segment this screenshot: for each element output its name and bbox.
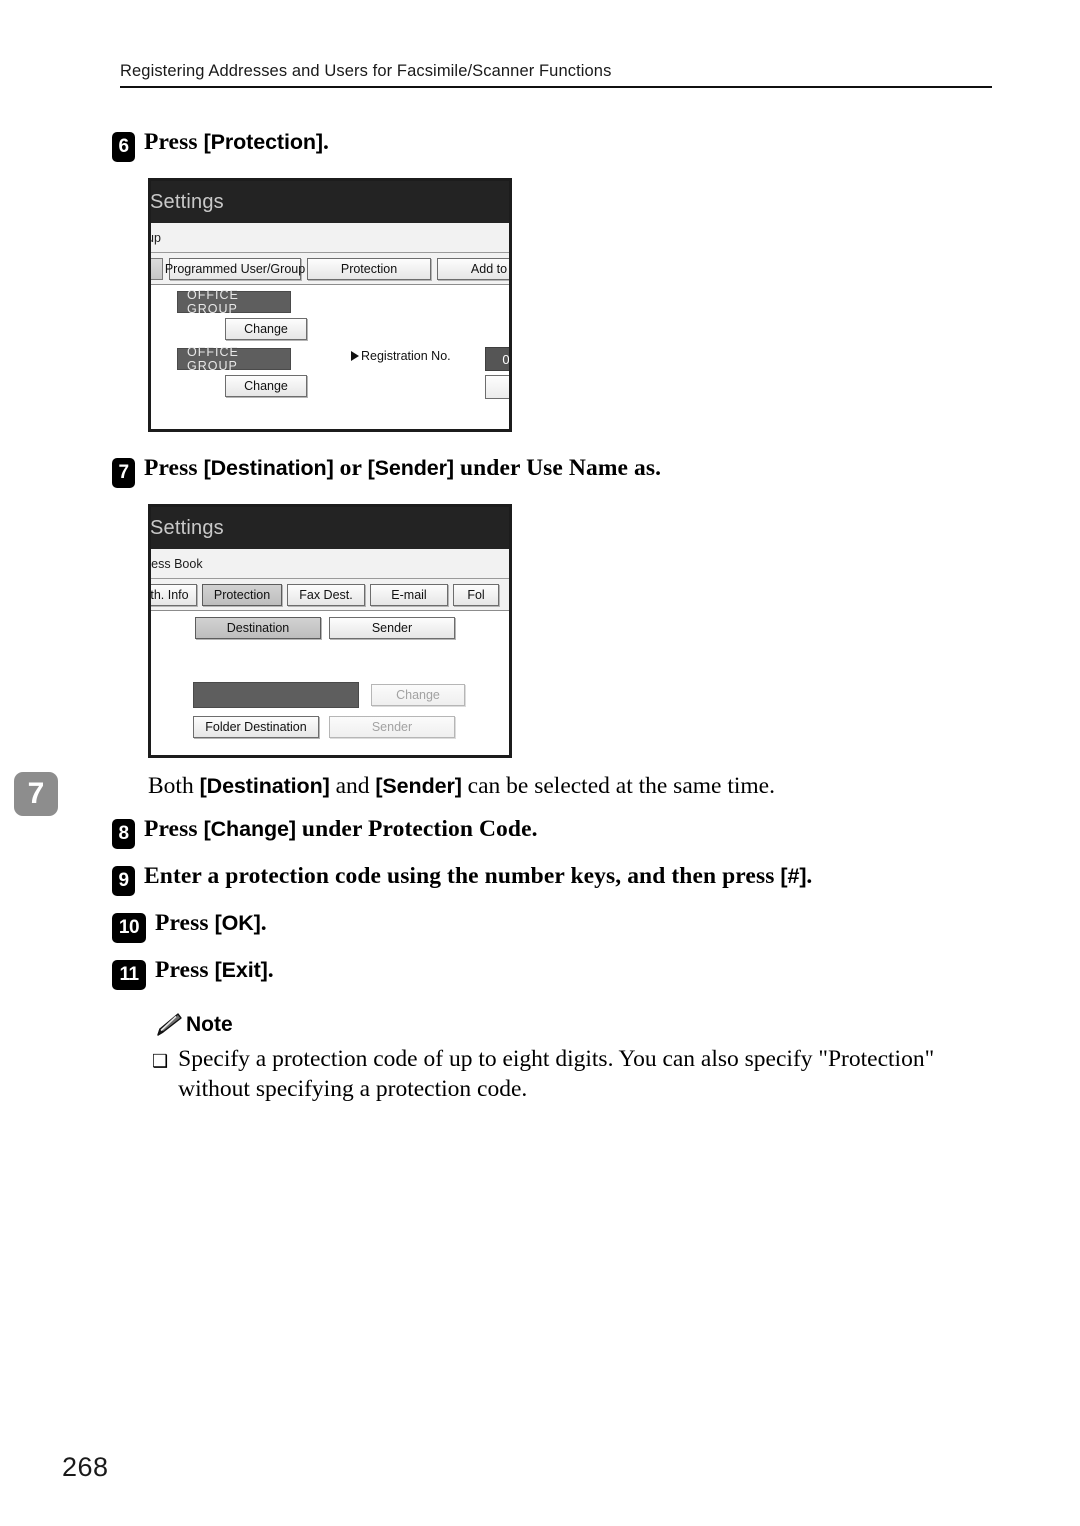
step-number-badge: 10 xyxy=(112,913,146,944)
step-text: Press [OK]. xyxy=(155,909,267,938)
tab-row-left-stub[interactable] xyxy=(151,257,163,280)
panel-subbar-left-label: ress Book xyxy=(148,556,203,571)
note-heading: Note xyxy=(152,1012,992,1038)
panel-sub-bar: up Can xyxy=(148,223,509,253)
step-text-prefix: Press xyxy=(144,129,204,155)
group-name-field-2: OFFICE GROUP xyxy=(177,345,291,373)
tab-programmed-user-group[interactable]: Programmed User/Group xyxy=(165,257,305,280)
panel-title: Settings xyxy=(150,516,224,539)
page-number: 268 xyxy=(62,1452,109,1482)
header-title: Registering Addresses and Users for Facs… xyxy=(120,62,612,80)
step-key-1: [#] xyxy=(780,864,807,889)
figure-protection-group-screen: Settings up Can Programmed User/Group Pr… xyxy=(148,178,512,432)
folder-destination-button[interactable]: Folder Destination xyxy=(193,716,319,738)
panel-title: Settings xyxy=(150,190,224,213)
tab-email[interactable]: E-mail xyxy=(370,583,448,606)
tab-fax-dest[interactable]: Fax Dest. xyxy=(287,583,365,606)
step-text-suffix: . xyxy=(260,910,267,937)
registration-no-value: 0 xyxy=(485,347,509,371)
step-text: Press [Destination] or [Sender] under Us… xyxy=(144,454,661,483)
chapter-tab-marker: 7 xyxy=(14,772,58,816)
protection-code-field xyxy=(193,682,359,708)
step-11: 11 Press [Exit]. xyxy=(112,956,992,991)
step-text-prefix: Press xyxy=(144,455,204,481)
panel-subbar-left-label: up xyxy=(148,230,161,245)
step-number-badge: 7 xyxy=(112,458,135,488)
step-text-prefix: Press xyxy=(155,957,215,984)
running-header: Registering Addresses and Users for Facs… xyxy=(120,62,992,88)
step-8: 8 Press [Change] under Protection Code. xyxy=(112,815,992,850)
registration-no-label: Registration No. xyxy=(351,349,451,363)
folder-sender-button[interactable]: Sender xyxy=(329,716,455,738)
step-key-1: [OK] xyxy=(214,911,261,936)
step-text: Enter a protection code using the number… xyxy=(144,862,812,891)
step-text-suffix: under Protection Code. xyxy=(295,816,538,843)
change-button-1[interactable]: Change xyxy=(225,318,307,340)
paragraph-key-2: [Sender] xyxy=(375,774,462,798)
paragraph-prefix: Both xyxy=(148,773,200,799)
protection-code-change-button[interactable]: Change xyxy=(371,684,465,706)
step-9: 9 Enter a protection code using the numb… xyxy=(112,862,992,897)
paragraph-suffix: can be selected at the same time. xyxy=(461,773,775,799)
step-key-1: [Protection] xyxy=(203,130,324,154)
step-text: Press [Change] under Protection Code. xyxy=(144,815,538,844)
step-number-badge: 9 xyxy=(112,866,135,897)
step-text: Press [Exit]. xyxy=(155,956,274,985)
panel-title-bar: Settings xyxy=(150,181,509,223)
use-name-as-sender-button[interactable]: Sender xyxy=(329,617,455,639)
triangle-bullet-icon xyxy=(351,351,359,361)
step-text-mid: or xyxy=(333,455,368,481)
note-bullet-icon: ❑ xyxy=(152,1051,169,1072)
step-key-2: [Sender] xyxy=(367,456,455,480)
step-10: 10 Press [OK]. xyxy=(112,909,992,944)
paragraph-key-1: [Destination] xyxy=(199,774,330,798)
paragraph-mid: and xyxy=(329,773,376,799)
panel-sub-bar: ress Book Can xyxy=(148,549,509,579)
pencil-icon xyxy=(152,1012,182,1038)
page-content: 6 Press [Protection]. Settings up Can Pr… xyxy=(112,128,992,1105)
figure-use-name-as-screen: Settings ress Book Can uth. Info Protect… xyxy=(148,504,512,758)
tab-add-to[interactable]: Add to xyxy=(437,257,509,280)
panel-body: OFFICE GROUP Change OFFICE GROUP Change … xyxy=(151,285,509,429)
both-selectable-paragraph: Both [Destination] and [Sender] can be s… xyxy=(148,772,992,801)
step-text-suffix: . xyxy=(323,129,329,155)
step-text-suffix: . xyxy=(267,957,274,984)
panel-tab-row: Programmed User/Group Protection Add to xyxy=(151,253,509,285)
step-text-prefix: Press xyxy=(155,910,215,937)
step-6: 6 Press [Protection]. xyxy=(112,128,992,162)
note-list-item: ❑ Specify a protection code of up to eig… xyxy=(152,1044,992,1104)
step-text-suffix: under Use Name as. xyxy=(453,455,662,481)
step-key-1: [Exit] xyxy=(214,958,268,983)
step-key-1: [Destination] xyxy=(203,456,334,480)
header-rule xyxy=(120,86,992,88)
step-text-prefix: Press xyxy=(144,816,204,843)
registration-no-entry-button[interactable] xyxy=(485,375,509,399)
lcd-panel-2: Settings ress Book Can uth. Info Protect… xyxy=(148,507,509,755)
step-number-badge: 6 xyxy=(112,132,135,162)
registration-no-text: Registration No. xyxy=(361,349,451,363)
step-number-badge: 11 xyxy=(112,960,146,991)
use-name-as-destination-button[interactable]: Destination xyxy=(195,617,321,639)
tab-auth-info[interactable]: uth. Info xyxy=(151,583,197,606)
tab-folder[interactable]: Fol xyxy=(453,583,499,606)
panel-tab-row: uth. Info Protection Fax Dest. E-mail Fo… xyxy=(151,579,509,611)
step-text-suffix: . xyxy=(806,863,813,890)
step-text-prefix: Enter a protection code using the number… xyxy=(144,863,781,890)
step-key-1: [Change] xyxy=(203,817,296,842)
group-name-field-1: OFFICE GROUP xyxy=(177,288,291,316)
tab-protection[interactable]: Protection xyxy=(202,583,282,606)
step-number-badge: 8 xyxy=(112,819,135,850)
note-title: Note xyxy=(186,1013,233,1037)
step-text: Press [Protection]. xyxy=(144,128,329,157)
step-7: 7 Press [Destination] or [Sender] under … xyxy=(112,454,992,488)
note-text: Specify a protection code of up to eight… xyxy=(178,1046,935,1103)
tab-protection[interactable]: Protection xyxy=(307,257,431,280)
panel-body: Destination Sender n Change Folder Desti… xyxy=(151,611,509,755)
change-button-2[interactable]: Change xyxy=(225,375,307,397)
lcd-panel-1: Settings up Can Programmed User/Group Pr… xyxy=(148,181,509,429)
panel-title-bar: Settings xyxy=(150,507,509,549)
